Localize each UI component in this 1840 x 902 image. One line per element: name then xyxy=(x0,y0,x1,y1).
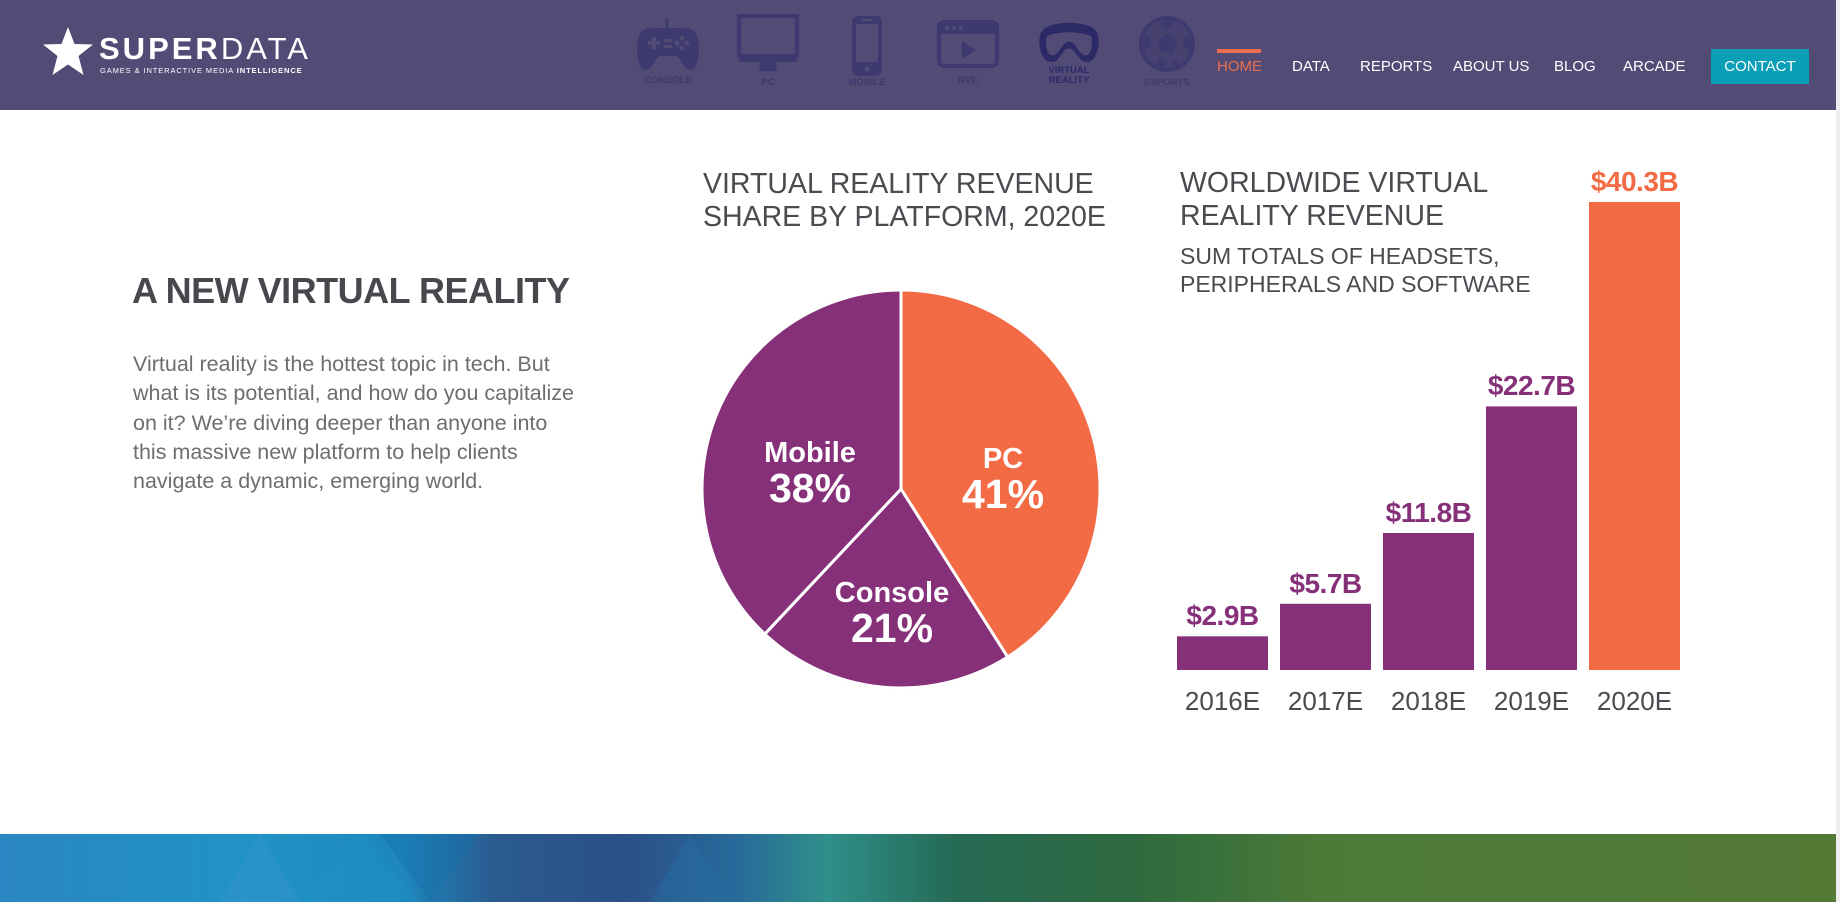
bar-2016e xyxy=(1177,636,1268,670)
bar-value-label: $5.7B xyxy=(1289,567,1362,599)
bar-category-label: 2019E xyxy=(1493,686,1570,716)
intro-title: A NEW VIRTUAL REALITY xyxy=(132,270,570,311)
category-virtual-reality[interactable]: VIRTUAL REALITY xyxy=(1029,14,1109,94)
bar-value-label: $22.7B xyxy=(1487,370,1576,402)
category-label: CONSOLE xyxy=(644,75,692,86)
superdata-logo[interactable]: SUPERDATA GAMES & INTERACTIVE MEDIA INTE… xyxy=(40,24,320,80)
category-gvc[interactable]: GVC xyxy=(928,14,1008,94)
banner-shape xyxy=(380,834,480,902)
site-header: SUPERDATA GAMES & INTERACTIVE MEDIA INTE… xyxy=(0,0,1836,110)
pie-slice-percent: 21% xyxy=(850,605,934,651)
vr-headset-icon xyxy=(1039,22,1099,62)
contact-button[interactable]: CONTACT xyxy=(1711,49,1809,84)
nav-about-us[interactable]: ABOUT US xyxy=(1453,56,1529,78)
category-pc[interactable]: PC xyxy=(728,14,808,94)
category-label: VIRTUAL REALITY xyxy=(1029,66,1109,86)
pie-slice-name: Console xyxy=(834,577,950,609)
active-nav-indicator xyxy=(1217,49,1261,53)
bar-value-label: $2.9B xyxy=(1186,600,1259,632)
logo-wordmark: SUPERDATA xyxy=(99,32,311,66)
bar-value-label: $11.8B xyxy=(1385,496,1472,528)
pie-slice-percent: 38% xyxy=(768,465,852,511)
pie-label-pc: PC 41% xyxy=(923,443,1083,517)
category-label: ESPORTS xyxy=(1144,77,1190,88)
pie-label-console: Console 21% xyxy=(812,577,972,651)
logo-tagline-bold: INTELLIGENCE xyxy=(236,66,303,75)
logo-tagline: GAMES & INTERACTIVE MEDIA INTELLIGENCE xyxy=(100,66,303,75)
bar-category-label: 2020E xyxy=(1596,686,1673,716)
category-label: PC xyxy=(761,77,775,88)
pie-slice-name: Mobile xyxy=(764,437,856,469)
banner-shape xyxy=(220,834,300,902)
bar-2018e xyxy=(1383,532,1474,670)
bar-chart-title: WORLDWIDE VIRTUAL REALITY REVENUE xyxy=(1180,167,1488,232)
pie-label-mobile: Mobile 38% xyxy=(730,437,890,511)
bar-category-label: 2018E xyxy=(1390,686,1467,716)
bar-chart-subtitle: SUM TOTALS OF HEADSETS, PERIPHERALS AND … xyxy=(1180,243,1531,297)
page-scrollbar[interactable] xyxy=(1836,0,1840,902)
bar-2019e xyxy=(1486,406,1577,670)
soccer-ball-icon xyxy=(1139,16,1195,72)
nav-data[interactable]: DATA xyxy=(1292,56,1330,78)
logo-tagline-light: GAMES & INTERACTIVE MEDIA xyxy=(100,66,237,75)
pie-chart-title: VIRTUAL REALITY REVENUE SHARE BY PLATFOR… xyxy=(703,168,1106,233)
gamepad-icon xyxy=(637,18,699,70)
category-label-line2: REALITY xyxy=(1048,75,1090,86)
category-console[interactable]: CONSOLE xyxy=(628,14,708,94)
category-esports[interactable]: ESPORTS xyxy=(1127,14,1207,94)
smartphone-icon xyxy=(852,16,882,76)
bar-2017e xyxy=(1280,603,1371,670)
nav-reports[interactable]: REPORTS xyxy=(1360,56,1432,78)
category-mobile[interactable]: MOBILE xyxy=(827,14,907,94)
pie-slice-name: PC xyxy=(982,443,1024,475)
nav-home[interactable]: HOME xyxy=(1217,56,1262,78)
bar-value-label: $40.3B xyxy=(1590,166,1679,197)
bar-category-label: 2017E xyxy=(1287,686,1364,716)
monitor-icon xyxy=(737,14,799,71)
video-player-icon xyxy=(937,20,999,68)
bar-2020e xyxy=(1589,202,1680,670)
nav-blog[interactable]: BLOG xyxy=(1554,56,1596,78)
bottom-banner-image xyxy=(0,834,1836,902)
nav-arcade[interactable]: ARCADE xyxy=(1623,56,1686,78)
logo-brand-bold: SUPER xyxy=(99,31,221,66)
star-logo-icon xyxy=(43,27,93,75)
pie-slice-percent: 41% xyxy=(961,471,1045,517)
intro-body: Virtual reality is the hottest topic in … xyxy=(133,352,575,494)
category-label: MOBILE xyxy=(848,77,886,88)
bar-category-label: 2016E xyxy=(1184,686,1261,716)
banner-shape xyxy=(650,834,730,902)
category-label: GVC xyxy=(957,75,979,86)
logo-brand-light: DATA xyxy=(220,31,311,66)
